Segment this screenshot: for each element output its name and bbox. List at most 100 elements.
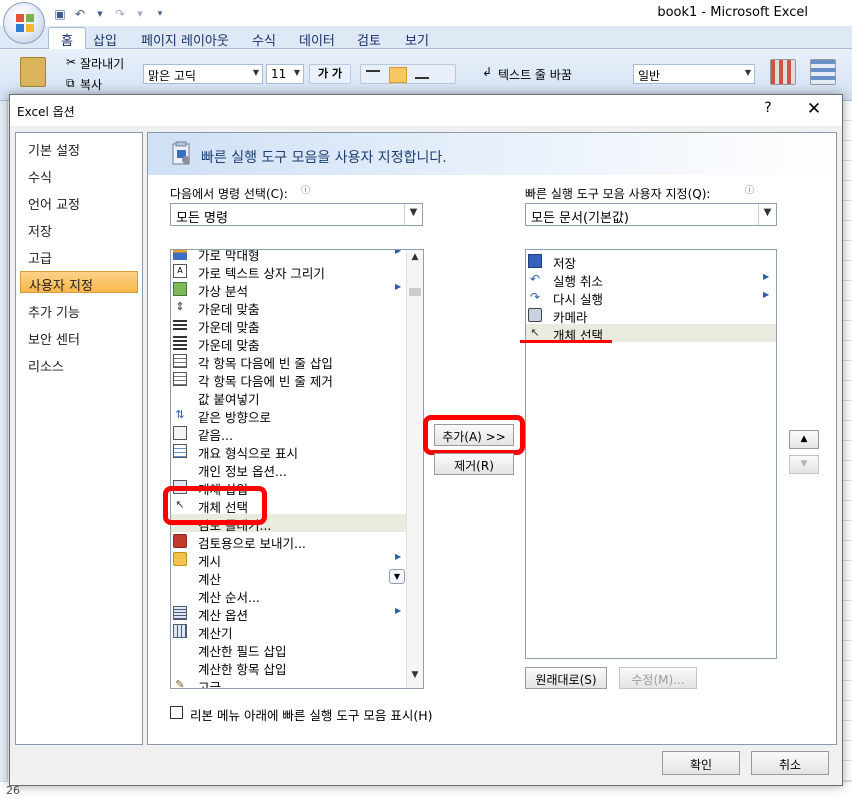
help-button[interactable]: ? [758,100,778,120]
nav-item-proofing[interactable]: 언어 교정 [20,191,138,213]
list-item[interactable]: 계산한 항목 삽입 [171,658,407,677]
undo-icon[interactable]: ↶ [72,6,88,22]
scissors-icon[interactable]: ✂ [66,55,76,69]
chevron-down-icon: ▼ [252,68,259,77]
list-item[interactable]: 계산 옵션 ▶ [171,604,407,623]
commands-list[interactable]: 가로 막대형 ▶ A 가로 텍스트 상자 그리기 가상 분석 ▶ ⇕ 가운데 맞… [170,249,424,689]
nav-item-customize[interactable]: 사용자 지정 [20,271,138,294]
move-up-button[interactable]: ▲ [789,430,819,449]
wrap-text-label[interactable]: 텍스트 줄 바꿈 [498,66,572,83]
outline-form-icon [173,444,187,458]
undo-icon: ↶ [529,272,541,286]
copy-icon[interactable]: ⧉ [66,76,75,91]
redo-dropdown-icon[interactable]: ▼ [132,6,148,22]
scroll-down-icon[interactable]: ▼ [407,670,423,686]
commands-scrollbar[interactable]: ▲ ▼ [406,250,423,688]
nav-item-save[interactable]: 저장 [20,218,138,240]
wrap-text-icon[interactable]: ↲ [482,65,492,79]
nav-item-advanced[interactable]: 고급 [20,245,138,267]
modify-button[interactable]: 수정(M)... [619,667,697,689]
nav-item-resources[interactable]: 리소스 [20,353,138,375]
scroll-up-icon[interactable]: ▲ [407,252,423,268]
scroll-thumb[interactable] [409,288,421,296]
list-item[interactable]: 검토용으로 보내기... [171,532,407,551]
conditional-format-icon[interactable] [770,59,796,85]
list-item[interactable]: ✎ 고급... [171,676,407,688]
quick-access-toolbar: ▣ ↶ ▼ ↷ ▼ ▾ [52,5,168,23]
list-item[interactable]: 계산 ▼ [171,568,407,587]
save-icon [528,254,542,268]
dialog-title: Excel 옵션 [17,105,75,119]
undo-dropdown-icon[interactable]: ▼ [92,6,108,22]
submenu-arrow-icon: ▶ [395,249,402,255]
tab-data[interactable]: 데이터 [299,30,335,49]
number-format-combo[interactable]: 일반 ▼ [633,64,755,84]
tab-home[interactable]: 홈 [48,27,86,49]
number-format-value: 일반 [638,69,661,83]
cancel-button[interactable]: 취소 [751,751,829,775]
list-item[interactable]: ⇕ 가운데 맞춤 [171,298,407,317]
list-item[interactable]: 가로 막대형 ▶ [171,249,407,263]
nav-item-formulas[interactable]: 수식 [20,164,138,186]
choose-commands-combo[interactable]: 모든 명령 ▼ [170,203,423,226]
nav-item-general[interactable]: 기본 설정 [20,137,138,159]
list-item[interactable]: 저장 [526,252,776,271]
section-banner: 빠른 실행 도구 모음을 사용자 지정합니다. [148,133,836,175]
list-item[interactable]: 게시 ▶ [171,550,407,569]
list-item[interactable]: A 가로 텍스트 상자 그리기 [171,262,407,281]
remove-button[interactable]: 제거(R) [434,453,514,475]
move-down-button[interactable]: ▼ [789,455,819,474]
nav-item-trust-center[interactable]: 보안 센터 [20,326,138,348]
list-item[interactable]: ↷ 다시 실행 ▶ [526,288,776,307]
list-item[interactable]: 계산 순서... [171,586,407,605]
text-box-icon: A [173,264,187,278]
list-item[interactable]: 각 항목 다음에 빈 줄 제거 [171,370,407,389]
list-item[interactable]: ↶ 실행 취소 ▶ [526,270,776,289]
reset-button[interactable]: 원래대로(S) [525,667,607,689]
list-item[interactable]: 카메라 [526,306,776,325]
font-name-value: 맑은 고딕 [148,69,196,83]
tab-formulas[interactable]: 수식 [252,30,276,49]
paste-icon[interactable] [20,57,46,87]
qat-item-underline [520,340,612,343]
nav-item-add-ins[interactable]: 추가 기능 [20,299,138,321]
cut-label[interactable]: 잘라내기 [80,55,124,72]
customize-qat-icon[interactable]: ▾ [152,6,168,22]
customize-panel: 빠른 실행 도구 모음을 사용자 지정합니다. 다음에서 명령 선택(C): ⓘ… [147,132,837,745]
font-grow-shrink-icon[interactable]: 가 가 [309,64,351,84]
bar-chart-icon [173,250,187,260]
add-button[interactable]: 추가(A) >> [434,424,514,446]
redo-icon[interactable]: ↷ [112,6,128,22]
font-name-combo[interactable]: 맑은 고딕 ▼ [143,64,263,84]
tab-view[interactable]: 보기 [405,30,429,49]
list-item[interactable]: 가운데 맞춤 [171,334,407,353]
tab-review[interactable]: 검토 [357,30,381,49]
list-item[interactable]: 개요 형식으로 표시 [171,442,407,461]
list-item[interactable]: 계산한 필드 삽입 [171,640,407,659]
office-button[interactable] [3,2,45,44]
list-item[interactable]: 가상 분석 ▶ [171,280,407,299]
close-button[interactable]: ✕ [802,99,826,121]
list-item[interactable]: 계산기 [171,622,407,641]
format-as-table-icon[interactable] [810,59,836,85]
save-icon[interactable]: ▣ [52,6,68,22]
list-item[interactable]: 같음... [171,424,407,443]
list-item[interactable]: 개인 정보 옵션... [171,460,407,479]
list-item[interactable]: 값 붙여넣기 [171,388,407,407]
qat-list[interactable]: 저장 ↶ 실행 취소 ▶ ↷ 다시 실행 ▶ 카메라 ↖ 개체 선택 [525,249,777,659]
font-size-combo[interactable]: 11 ▼ [266,64,304,84]
tab-page-layout[interactable]: 페이지 레이아웃 [141,30,229,49]
tab-insert[interactable]: 삽입 [93,30,117,49]
list-item[interactable]: 각 항목 다음에 빈 줄 삽입 [171,352,407,371]
vertical-align-group[interactable] [360,64,456,84]
list-item[interactable]: 가운데 맞춤 [171,316,407,335]
customize-qat-value: 모든 문서(기본값) [531,211,629,226]
insert-blank-row-icon [173,354,187,368]
command-highlight [163,486,267,525]
show-below-ribbon-checkbox[interactable] [170,706,183,719]
list-item[interactable]: ⇅ 같은 방향으로 [171,406,407,425]
submenu-arrow-icon: ▶ [763,290,770,299]
ok-button[interactable]: 확인 [662,751,740,775]
copy-label[interactable]: 복사 [80,76,102,93]
customize-qat-combo[interactable]: 모든 문서(기본값) ▼ [525,203,777,226]
